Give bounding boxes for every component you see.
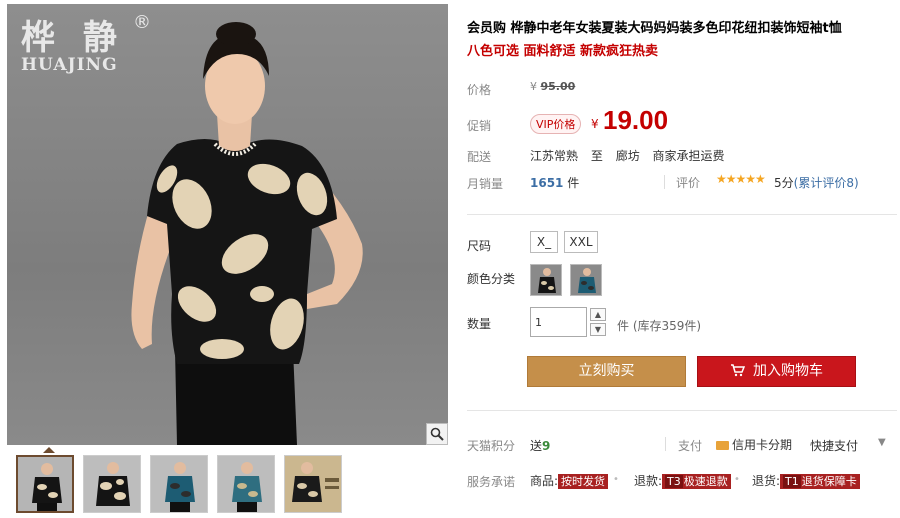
original-price: ¥ 95.00: [530, 80, 575, 93]
service-badge: 按时发货: [558, 474, 609, 489]
thumbnail-1[interactable]: [16, 455, 74, 513]
credit-card-installment-label: 信用卡分期: [732, 438, 793, 452]
cart-icon: [731, 364, 746, 377]
brand-name-en: HUAJING: [21, 55, 118, 75]
separator-dot: •: [734, 474, 740, 485]
main-product-image[interactable]: 桦 静 ® HUAJING: [7, 4, 448, 445]
divider: [664, 175, 665, 189]
service-prefix: 退货:: [752, 474, 781, 488]
points-prefix: 送: [530, 439, 543, 453]
service-badge: T1 退货保障卡: [780, 474, 860, 489]
quick-pay[interactable]: 快捷支付: [810, 437, 858, 454]
review-count-link[interactable]: (累计评价8): [794, 176, 859, 190]
brand-watermark: 桦 静 ® HUAJING: [21, 10, 151, 75]
chevron-up-icon[interactable]: ▲: [590, 308, 606, 321]
thumbnail-5[interactable]: [284, 455, 342, 513]
magnifier-icon[interactable]: [426, 423, 448, 445]
quantity-label: 数量: [467, 317, 492, 331]
currency-symbol: ¥: [530, 80, 537, 93]
service-badge: T3 极速退款: [662, 474, 731, 489]
color-swatch-2[interactable]: [570, 264, 602, 296]
points-value: 送9: [530, 437, 550, 454]
color-swatch-1[interactable]: [530, 264, 562, 296]
rating-label: 评价: [676, 176, 701, 190]
size-label: 尺码: [467, 239, 492, 253]
ship-from: 江苏常熟: [530, 149, 579, 163]
rating-summary: 5分(累计评价8): [774, 174, 859, 191]
thumbnail-strip: [7, 447, 448, 515]
service-prefix: 退款:: [634, 474, 663, 488]
sales-unit: 件: [567, 176, 580, 190]
color-label: 颜色分类: [467, 272, 516, 286]
points-label: 天猫积分: [467, 439, 516, 453]
promo-label: 促销: [467, 119, 492, 133]
service-badge-text: 退货保障卡: [801, 475, 857, 488]
product-subtitle: 八色可选 面料舒适 新款疯狂热卖: [467, 44, 659, 59]
rating-score: 5分: [774, 176, 794, 190]
active-thumb-pointer: [43, 447, 55, 453]
section-divider-2: [467, 410, 897, 411]
add-to-cart-button[interactable]: 加入购物车: [697, 356, 856, 387]
product-title: 会员购 桦静中老年女装夏装大码妈妈装多色印花纽扣装饰短袖t恤: [467, 21, 842, 36]
ship-to-word: 至: [590, 149, 603, 163]
section-divider: [467, 214, 897, 215]
rating-stars: ★★★★★: [716, 172, 766, 186]
payment-label: 支付: [678, 439, 703, 453]
separator-dot: •: [613, 474, 619, 485]
credit-card-installment[interactable]: 信用卡分期: [716, 436, 792, 453]
service-ontime-delivery[interactable]: 商品: 按时发货: [530, 472, 609, 489]
sales-count: 1651: [530, 176, 564, 190]
vip-price-tag: VIP价格: [530, 114, 582, 134]
delivery-label: 配送: [467, 150, 492, 164]
promo-price: 19.00: [603, 105, 669, 135]
add-to-cart-label: 加入购物车: [753, 363, 823, 379]
price-label: 价格: [467, 83, 492, 97]
service-prefix: 商品:: [530, 474, 559, 488]
thumbnail-2[interactable]: [83, 455, 141, 513]
original-price-value: 95.00: [540, 80, 576, 93]
points-number: 9: [542, 439, 551, 453]
credit-card-icon: [716, 441, 729, 450]
size-option-x[interactable]: X_: [530, 231, 558, 253]
service-badge-text: 极速退款: [683, 475, 728, 488]
service-fast-refund[interactable]: 退款: T3 极速退款: [634, 472, 731, 489]
service-return-guarantee[interactable]: 退货: T1 退货保障卡: [752, 472, 860, 489]
brand-name-cn: 桦 静: [21, 18, 125, 58]
promo-currency-symbol: ¥: [591, 117, 599, 131]
divider: [665, 437, 666, 451]
service-tag: T3: [665, 475, 683, 488]
size-option-xxl[interactable]: XXL: [564, 231, 598, 253]
quantity-input[interactable]: 1: [530, 307, 587, 337]
monthly-sales: 1651 件: [530, 174, 579, 191]
ship-to-selector[interactable]: 廊坊: [616, 149, 640, 163]
monthly-sales-label: 月销量: [467, 177, 504, 191]
service-label: 服务承诺: [467, 475, 516, 489]
chevron-down-icon[interactable]: ▼: [590, 323, 606, 336]
buy-now-button[interactable]: 立刻购买: [527, 356, 686, 387]
registered-mark: ®: [133, 12, 151, 33]
chevron-down-icon[interactable]: ▼: [878, 437, 886, 448]
thumbnail-4[interactable]: [217, 455, 275, 513]
service-tag: T1: [783, 475, 801, 488]
thumbnail-3[interactable]: [150, 455, 208, 513]
ship-fee: 商家承担运费: [652, 149, 725, 163]
delivery-info: 江苏常熟 至 廊坊 商家承担运费: [530, 147, 734, 164]
stock-info: 件 (库存359件): [617, 319, 702, 333]
